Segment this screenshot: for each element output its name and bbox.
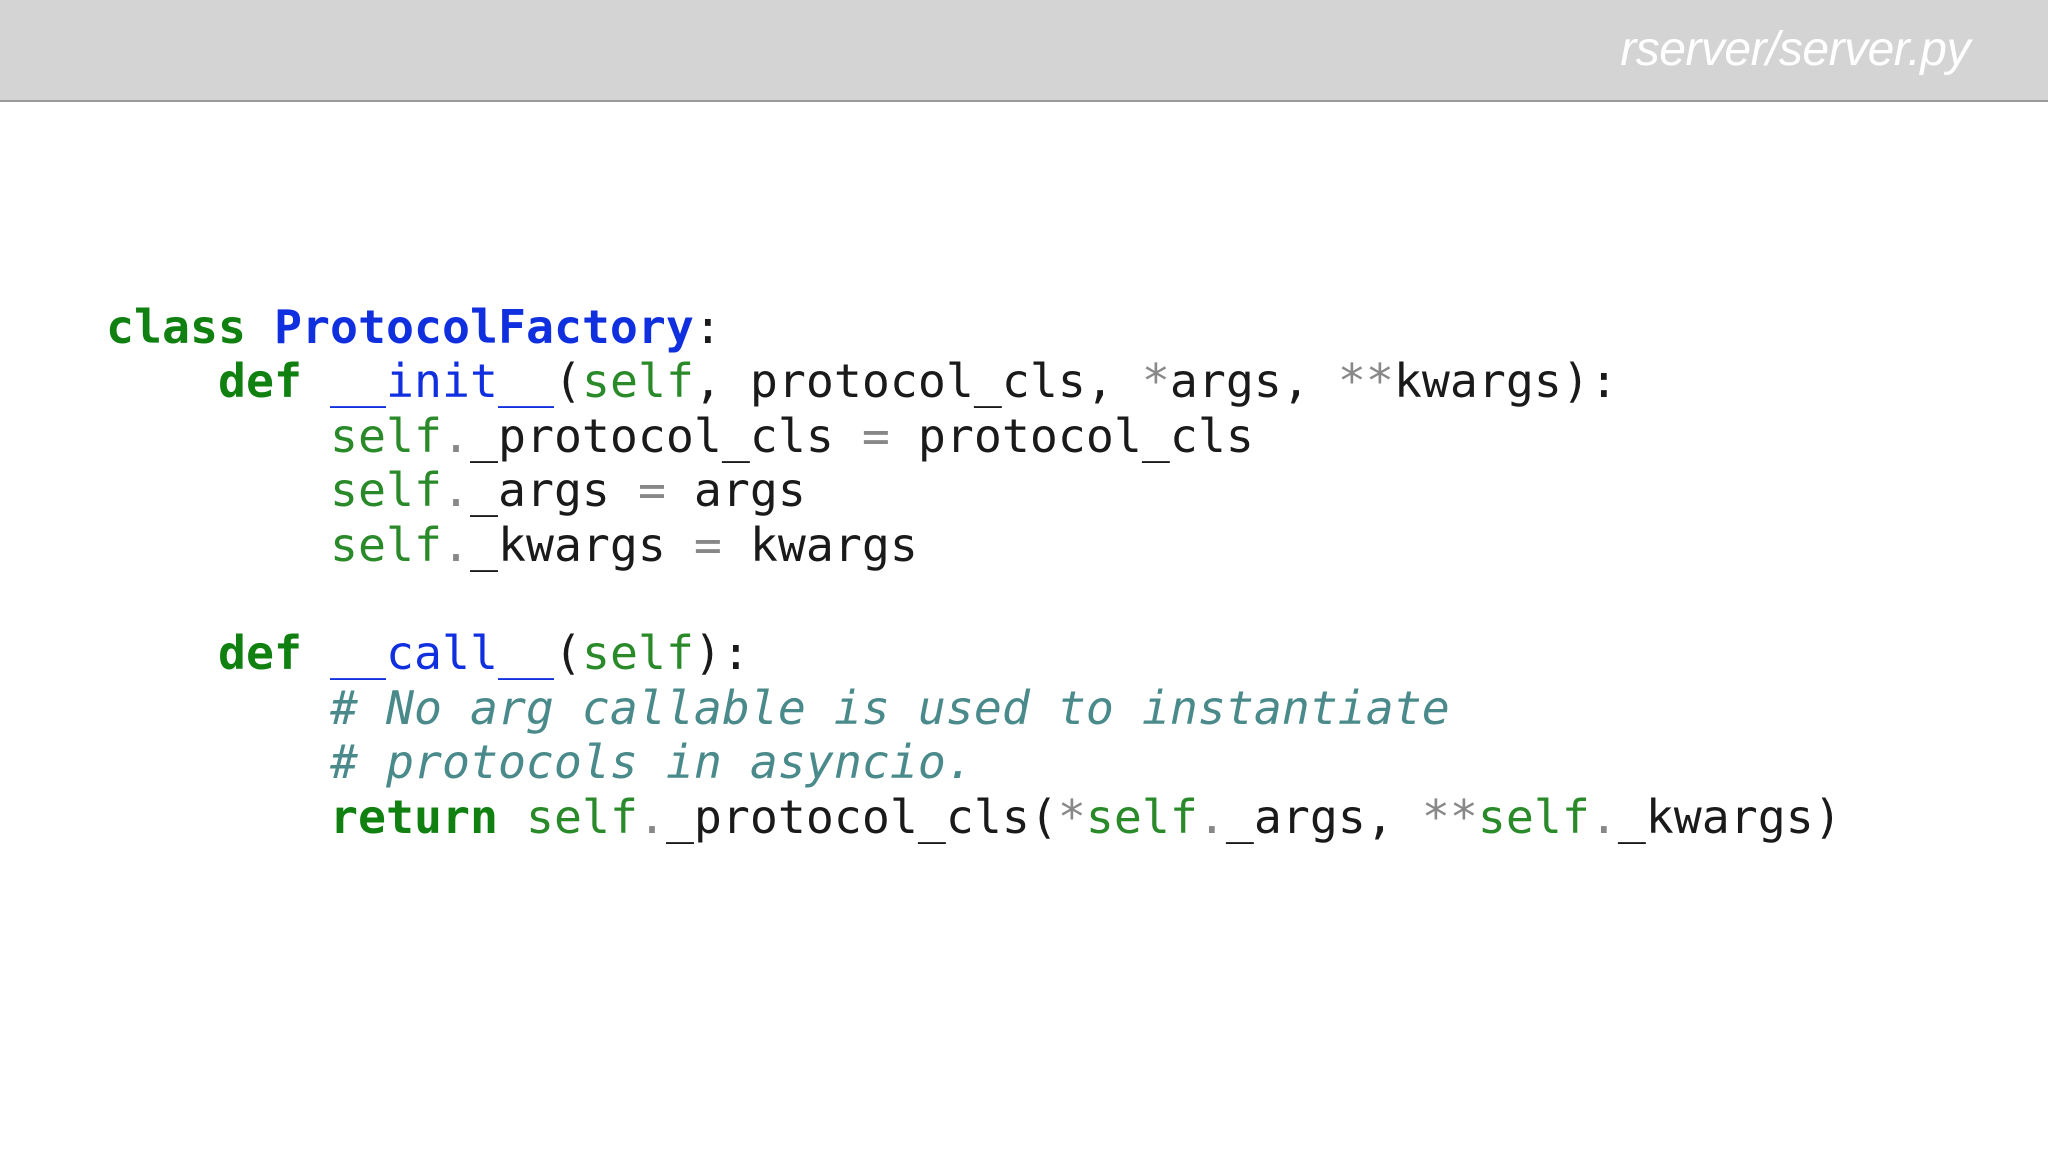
code-line: self._kwargs = kwargs <box>106 518 1842 572</box>
code-token: self <box>329 408 442 463</box>
code-line: # protocols in asyncio. <box>106 735 1842 789</box>
code-line: class ProtocolFactory: <box>106 300 1842 354</box>
code-token: class <box>106 300 246 354</box>
code-token: self <box>581 626 694 681</box>
code-token: self <box>525 789 638 844</box>
code-token: return <box>329 789 498 844</box>
code-token: protocol_cls <box>889 408 1254 463</box>
code-line: def __init__(self, protocol_cls, *args, … <box>106 354 1842 408</box>
code-token: # No arg callable is used to instantiate <box>329 680 1450 735</box>
code-token: . <box>1589 789 1618 844</box>
code-token: = <box>861 408 890 463</box>
code-token: , protocol_cls, <box>693 354 1142 409</box>
code-token: . <box>441 517 470 572</box>
code-token: self <box>329 463 442 518</box>
code-token: args <box>665 463 806 518</box>
code-token: kwargs): <box>1393 354 1618 409</box>
code-token: # protocols in asyncio. <box>329 735 974 790</box>
code-token: . <box>1197 789 1226 844</box>
code-token: . <box>441 463 470 518</box>
code-line: self._protocol_cls = protocol_cls <box>106 409 1842 463</box>
code-token: ): <box>693 626 750 681</box>
code-token: def <box>217 626 302 681</box>
code-token: self <box>1085 789 1198 844</box>
code-token: __init__ <box>329 354 554 409</box>
code-token: * <box>1141 354 1170 409</box>
code-token: _kwargs <box>469 517 694 572</box>
code-block: class ProtocolFactory: def __init__(self… <box>106 300 1842 844</box>
code-token: self <box>1477 789 1590 844</box>
code-token: kwargs <box>721 517 918 572</box>
code-token: = <box>693 517 722 572</box>
code-token: def <box>217 354 302 409</box>
code-token: . <box>441 408 470 463</box>
code-token: ( <box>553 354 582 409</box>
code-token: _args <box>469 463 638 518</box>
code-token: _args, <box>1225 789 1422 844</box>
code-token: . <box>637 789 666 844</box>
code-token: * <box>1057 789 1086 844</box>
file-path-title: rserver/server.py <box>1620 23 1970 76</box>
code-token: : <box>693 300 722 354</box>
code-token: ProtocolFactory <box>273 300 694 354</box>
code-token: __call__ <box>329 626 554 681</box>
code-token: ** <box>1421 789 1478 844</box>
code-token: self <box>581 354 694 409</box>
code-line: self._args = args <box>106 463 1842 517</box>
code-token: self <box>329 517 442 572</box>
code-token: = <box>637 463 666 518</box>
code-line: # No arg callable is used to instantiate <box>106 681 1842 735</box>
code-token: _kwargs) <box>1617 789 1842 844</box>
code-token: ** <box>1337 354 1394 409</box>
code-line: return self._protocol_cls(*self._args, *… <box>106 790 1842 844</box>
code-token: ( <box>553 626 582 681</box>
code-line: def __call__(self): <box>106 626 1842 680</box>
code-token: args, <box>1169 354 1338 409</box>
slide: rserver/server.py class ProtocolFactory:… <box>0 0 2048 1152</box>
header-bar: rserver/server.py <box>0 0 2048 102</box>
code-token: _protocol_cls <box>469 408 862 463</box>
code-token: _protocol_cls( <box>665 789 1058 844</box>
